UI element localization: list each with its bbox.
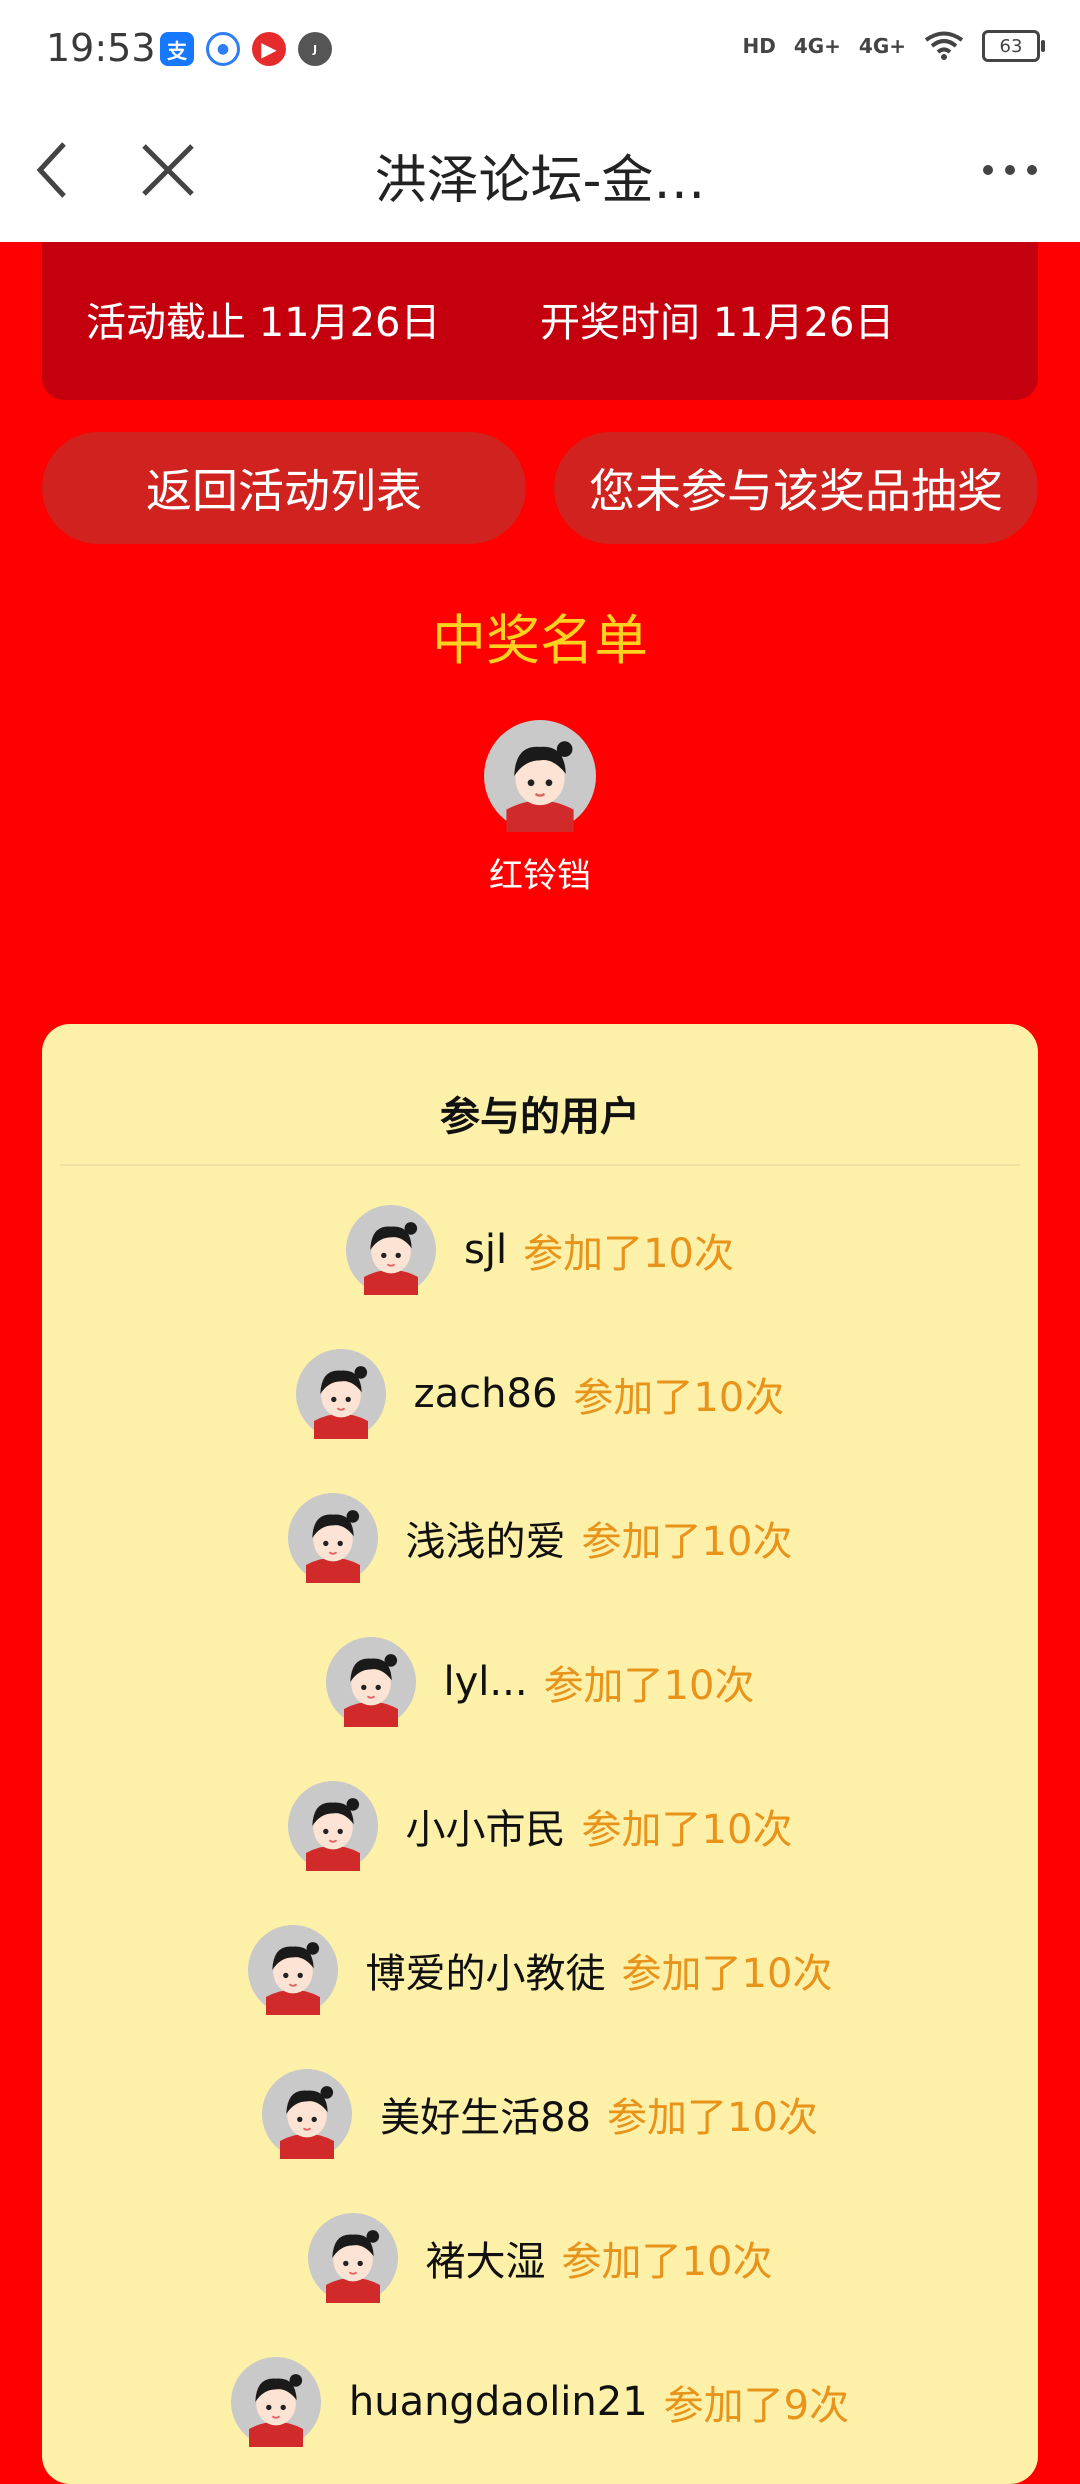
- divider: [60, 1164, 1020, 1166]
- winners-title: 中奖名单: [432, 609, 648, 672]
- avatar: [262, 2069, 353, 2159]
- status-time: 19:53: [46, 26, 156, 70]
- participation-count: 参加了10次: [607, 2095, 818, 2141]
- page-title: 洪泽论坛-金…: [374, 151, 706, 211]
- battery-icon: 63: [982, 30, 1045, 62]
- user-name: huangdaolin21: [348, 2379, 648, 2425]
- list-item[interactable]: 博爱的小教徒 参加了10次: [42, 1920, 1038, 2020]
- participants-card: 参与的用户 sjl 参加了10次 zach86 参加了10次 浅浅的爱 参加了1…: [42, 1024, 1038, 2484]
- avatar: [295, 1349, 386, 1439]
- participation-count: 参加了10次: [621, 1951, 833, 1997]
- user-name: 浅浅的爱: [405, 1519, 566, 1565]
- participation-count: 参加了10次: [543, 1663, 755, 1709]
- avatar: [287, 1493, 378, 1583]
- list-item[interactable]: 浅浅的爱 参加了10次: [42, 1488, 1038, 1588]
- hd-icon: HD: [742, 34, 776, 58]
- list-item[interactable]: 美好生活88 参加了10次: [42, 2064, 1038, 2164]
- back-to-list-button[interactable]: 返回活动列表: [42, 432, 526, 544]
- list-item[interactable]: 小小市民 参加了10次: [42, 1776, 1038, 1876]
- back-icon[interactable]: [24, 134, 96, 206]
- signal-icon: 4G+: [858, 34, 906, 58]
- notification-icons: 支 ● ▶ J: [160, 32, 332, 66]
- user-name: 褚大湿: [425, 2239, 546, 2285]
- list-item[interactable]: lyl... 参加了10次: [42, 1632, 1038, 1732]
- user-name: 小小市民: [405, 1807, 566, 1853]
- participation-count: 参加了10次: [581, 1519, 793, 1565]
- more-icon[interactable]: [974, 140, 1046, 200]
- map-icon: ●: [206, 32, 240, 66]
- wifi-icon: [924, 31, 964, 60]
- status-bar: 19:53 支 ● ▶ J HD 4G+ 4G+ 63: [0, 0, 1080, 100]
- participation-count: 参加了10次: [573, 1375, 785, 1421]
- avatar: [247, 1925, 338, 2015]
- close-icon[interactable]: [132, 134, 204, 206]
- user-name: sjl: [464, 1227, 508, 1273]
- list-item[interactable]: huangdaolin21 参加了9次: [42, 2352, 1038, 2452]
- deadline-text: 活动截止 11月26日: [86, 300, 441, 346]
- winner-name: 红铃铛: [489, 856, 591, 896]
- list-item[interactable]: zach86 参加了10次: [42, 1344, 1038, 1444]
- participation-count: 参加了10次: [581, 1807, 793, 1853]
- nav-bar: 洪泽论坛-金…: [0, 100, 1080, 242]
- participation-count: 参加了9次: [663, 2383, 850, 2429]
- draw-time-text: 开奖时间 11月26日: [540, 300, 895, 346]
- user-name: lyl...: [443, 1659, 528, 1705]
- avatar: [307, 2213, 398, 2303]
- participation-count: 参加了10次: [523, 1231, 734, 1277]
- avatar: [325, 1637, 416, 1727]
- jovi-icon: J: [298, 32, 332, 66]
- user-name: 博爱的小教徒: [365, 1951, 606, 1997]
- list-item[interactable]: 褚大湿 参加了10次: [42, 2208, 1038, 2308]
- avatar[interactable]: [484, 720, 596, 832]
- video-icon: ▶: [252, 32, 286, 66]
- avatar: [230, 2357, 321, 2447]
- alipay-icon: 支: [160, 32, 194, 66]
- avatar: [346, 1205, 436, 1295]
- participants-title: 参与的用户: [440, 1094, 640, 1140]
- avatar: [287, 1781, 378, 1871]
- participation-count: 参加了10次: [561, 2239, 773, 2285]
- status-indicators: HD 4G+ 4G+ 63: [742, 30, 1045, 62]
- user-name: zach86: [413, 1371, 558, 1417]
- not-participated-button[interactable]: 您未参与该奖品抽奖: [554, 432, 1038, 544]
- list-item[interactable]: sjl 参加了10次: [42, 1200, 1038, 1300]
- signal-icon: 4G+: [793, 34, 841, 58]
- user-name: 美好生活88: [380, 2095, 591, 2141]
